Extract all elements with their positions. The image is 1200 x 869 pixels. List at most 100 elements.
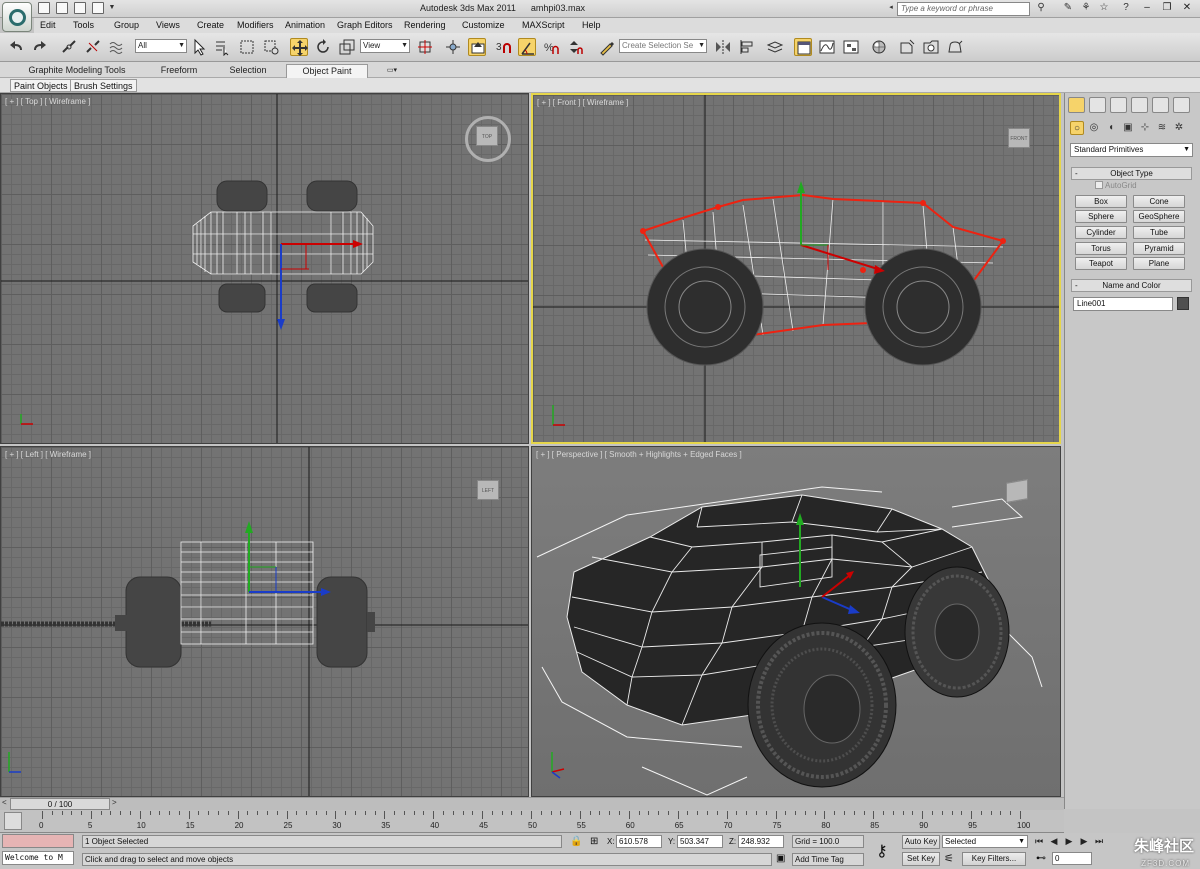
subtab-brush-settings[interactable]: Brush Settings xyxy=(70,79,137,92)
new-file-icon[interactable] xyxy=(38,2,50,14)
menu-help[interactable]: Help xyxy=(582,20,601,30)
minimize-icon[interactable]: – xyxy=(1140,1,1154,15)
ribbon-options-icon[interactable]: ▭▾ xyxy=(380,64,404,78)
select-by-name-icon[interactable] xyxy=(213,38,231,57)
motion-panel-icon[interactable] xyxy=(1131,97,1148,113)
object-name-input[interactable]: Line001 xyxy=(1073,297,1173,311)
mirror-icon[interactable] xyxy=(714,38,732,56)
menu-graph-editors[interactable]: Graph Editors xyxy=(337,20,393,30)
snaps-toggle-icon[interactable]: 3 xyxy=(494,38,512,56)
rendered-frame-window-icon[interactable] xyxy=(922,38,940,56)
save-file-icon[interactable] xyxy=(74,2,86,14)
viewcube-top[interactable]: TOP xyxy=(476,126,498,146)
x-coordinate-field[interactable]: 610.578 xyxy=(616,835,662,848)
keyboard-shortcut-override-icon[interactable] xyxy=(468,38,486,56)
select-object-icon[interactable] xyxy=(190,38,208,56)
viewport-top[interactable]: [ + ] [ Top ] [ Wireframe ] TOP xyxy=(0,93,529,444)
tab-graphite-modeling-tools[interactable]: Graphite Modeling Tools xyxy=(18,64,136,78)
go-to-start-icon[interactable]: ⏮ xyxy=(1032,835,1046,847)
named-selection-sets-dropdown[interactable]: Create Selection Se ▼ xyxy=(619,39,707,53)
auto-key-button[interactable]: Auto Key xyxy=(902,835,940,849)
viewport-label-perspective[interactable]: [ + ] [ Perspective ] [ Smooth + Highlig… xyxy=(536,450,742,459)
track-bar[interactable]: 0 5 10 15 20 25 30 35 40 45 50 55 60 65 70 75 80 85 90 95 10… xyxy=(0,810,1064,833)
graphite-modeling-tools-toggle-icon[interactable] xyxy=(794,38,812,56)
tab-object-paint[interactable]: Object Paint xyxy=(286,64,368,78)
menu-group[interactable]: Group xyxy=(114,20,139,30)
select-and-move-icon[interactable] xyxy=(290,38,308,56)
viewcube-perspective[interactable] xyxy=(1006,479,1028,503)
helpers-icon[interactable]: ⊹ xyxy=(1138,121,1152,135)
undo-icon[interactable] xyxy=(8,38,26,56)
cylinder-button[interactable]: Cylinder xyxy=(1075,226,1127,239)
menu-create[interactable]: Create xyxy=(197,20,224,30)
render-setup-icon[interactable] xyxy=(898,38,916,56)
star-icon[interactable]: ☆ xyxy=(1098,2,1110,14)
bind-to-space-warp-icon[interactable] xyxy=(108,38,126,56)
mini-curve-editor-icon[interactable] xyxy=(4,812,22,830)
application-button[interactable] xyxy=(2,2,32,32)
geometry-icon[interactable]: ○ xyxy=(1070,121,1084,135)
key-icon[interactable]: ⚷ xyxy=(876,841,888,861)
go-to-end-icon[interactable]: ⏭ xyxy=(1092,835,1106,847)
viewcube-left[interactable]: LEFT xyxy=(477,480,499,500)
curve-editor-icon[interactable] xyxy=(818,38,836,56)
schematic-view-icon[interactable] xyxy=(842,38,860,56)
unlink-selection-icon[interactable] xyxy=(84,38,102,56)
set-keys-icon[interactable]: ⚟ xyxy=(944,852,954,865)
modify-panel-icon[interactable] xyxy=(1089,97,1106,113)
shapes-icon[interactable]: ◎ xyxy=(1087,121,1101,135)
previous-frame-icon[interactable]: ◀ xyxy=(1047,835,1061,847)
space-warps-icon[interactable]: ≋ xyxy=(1155,121,1169,135)
redo-icon[interactable] xyxy=(30,38,48,56)
display-panel-icon[interactable] xyxy=(1152,97,1169,113)
rectangular-selection-region-icon[interactable] xyxy=(238,38,256,56)
set-key-button[interactable]: Set Key xyxy=(902,852,940,866)
select-and-manipulate-icon[interactable] xyxy=(444,38,462,56)
utilities-panel-icon[interactable] xyxy=(1173,97,1190,113)
viewcube-front[interactable]: FRONT xyxy=(1008,128,1030,148)
tab-freeform[interactable]: Freeform xyxy=(150,64,208,78)
material-editor-icon[interactable] xyxy=(870,38,888,56)
create-panel-icon[interactable] xyxy=(1068,97,1085,113)
plane-button[interactable]: Plane xyxy=(1133,257,1185,270)
render-production-icon[interactable] xyxy=(946,38,964,56)
project-folder-icon[interactable] xyxy=(92,2,104,14)
viewport-front[interactable]: [ + ] [ Front ] [ Wireframe ] FRONT xyxy=(531,93,1061,444)
geosphere-button[interactable]: GeoSphere xyxy=(1133,210,1185,223)
time-tag-icon[interactable]: ▣ xyxy=(776,853,785,864)
communication-center-icon[interactable]: ✎ xyxy=(1062,2,1074,14)
percent-snap-toggle-icon[interactable]: % xyxy=(542,38,560,56)
hierarchy-panel-icon[interactable] xyxy=(1110,97,1127,113)
viewport-left[interactable]: [ + ] [ Left ] [ Wireframe ] LEFT xyxy=(0,446,529,797)
menu-views[interactable]: Views xyxy=(156,20,180,30)
layer-manager-icon[interactable] xyxy=(766,38,784,56)
menu-customize[interactable]: Customize xyxy=(462,20,505,30)
object-type-rollout[interactable]: - Object Type xyxy=(1071,167,1192,180)
time-slider[interactable]: < 0 / 100 > xyxy=(0,797,1064,810)
menu-modifiers[interactable]: Modifiers xyxy=(237,20,274,30)
selection-filter-dropdown[interactable]: All ▼ xyxy=(135,39,187,53)
maxscript-input[interactable]: Welcome to M xyxy=(2,851,74,865)
angle-snap-toggle-icon[interactable] xyxy=(518,38,536,56)
systems-icon[interactable]: ✲ xyxy=(1172,121,1186,135)
viewport-label-left[interactable]: [ + ] [ Left ] [ Wireframe ] xyxy=(5,450,91,459)
maxscript-listener-mini[interactable] xyxy=(2,834,74,848)
help-icon[interactable]: ? xyxy=(1120,2,1132,14)
time-slider-thumb[interactable]: 0 / 100 xyxy=(10,798,110,810)
pyramid-button[interactable]: Pyramid xyxy=(1133,242,1185,255)
play-icon[interactable]: ▶ xyxy=(1062,835,1076,847)
search-arrow-icon[interactable]: ◂ xyxy=(885,2,897,14)
subtab-paint-objects[interactable]: Paint Objects xyxy=(10,79,72,92)
menu-animation[interactable]: Animation xyxy=(285,20,325,30)
viewport-perspective[interactable]: [ + ] [ Perspective ] [ Smooth + Highlig… xyxy=(531,446,1061,797)
absolute-mode-icon[interactable]: ⊞ xyxy=(590,836,598,847)
select-and-rotate-icon[interactable] xyxy=(314,38,332,56)
tube-button[interactable]: Tube xyxy=(1133,226,1185,239)
select-and-scale-icon[interactable] xyxy=(338,38,356,56)
open-file-icon[interactable] xyxy=(56,2,68,14)
edit-named-selection-icon[interactable] xyxy=(598,38,616,56)
lock-selection-icon[interactable]: 🔒 xyxy=(570,836,582,847)
spinner-snap-toggle-icon[interactable] xyxy=(566,38,584,56)
autogrid-checkbox[interactable]: AutoGrid xyxy=(1095,181,1137,190)
cone-button[interactable]: Cone xyxy=(1133,195,1185,208)
